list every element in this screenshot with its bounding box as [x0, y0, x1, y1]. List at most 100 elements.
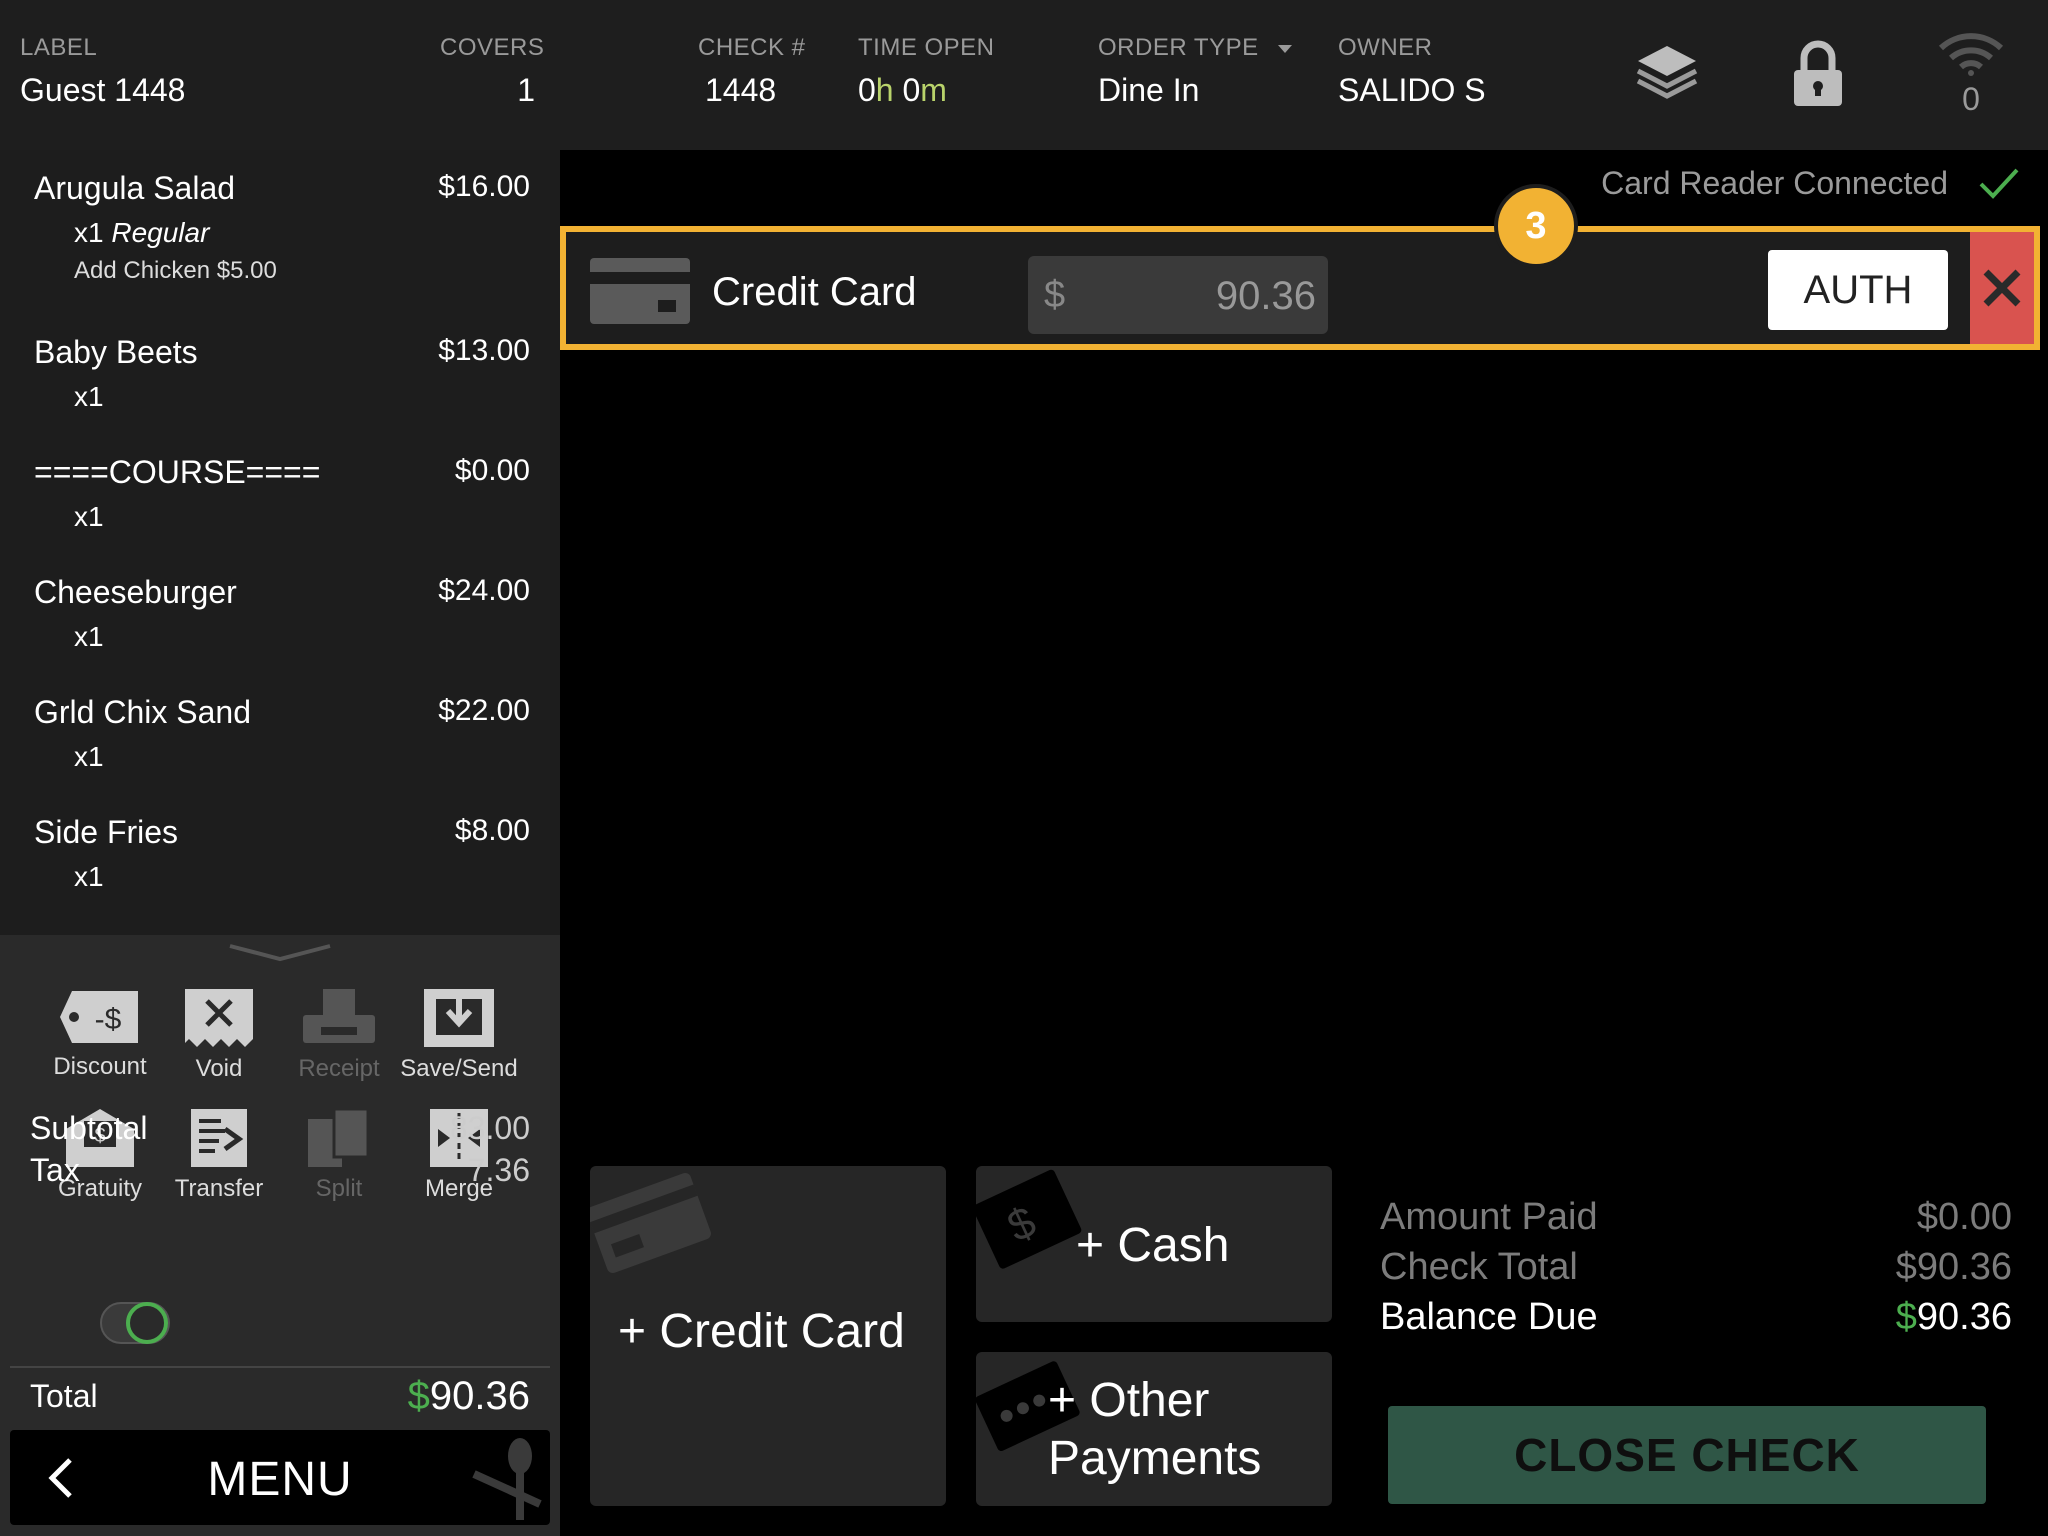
menu-label: MENU	[207, 1453, 353, 1506]
cash-icon: $	[976, 1169, 1082, 1269]
wifi-status[interactable]: 0	[1934, 30, 2008, 118]
order-item-price: $16.00	[438, 170, 530, 203]
balance-due-row: Balance Due $90.36	[1380, 1296, 2012, 1339]
total-row: Total $90.36	[30, 1374, 530, 1418]
save-send-label: Save/Send	[400, 1055, 518, 1082]
balance-due-value: $90.36	[1895, 1296, 2012, 1338]
order-item-price: $0.00	[454, 454, 530, 487]
order-item-price: $22.00	[438, 694, 530, 727]
tax-row: Tax 7.36	[30, 1152, 530, 1189]
receipt-button[interactable]: Receipt	[279, 987, 399, 1083]
total-label: Total	[30, 1378, 98, 1414]
time-hours-unit: h	[875, 72, 894, 108]
covers-title: COVERS	[440, 34, 545, 61]
void-receipt-icon	[185, 989, 253, 1047]
totals-divider	[10, 1366, 550, 1368]
check-header: LABEL Guest 1448 COVERS 1 CHECK # 1448 T…	[0, 0, 2048, 150]
tax-toggle[interactable]	[100, 1302, 170, 1344]
lock-icon[interactable]	[1788, 38, 1848, 115]
order-item[interactable]: Grld Chix Sand $22.00 x1	[34, 694, 530, 773]
check-total-label: Check Total	[1380, 1246, 1578, 1288]
label-field[interactable]: LABEL Guest 1448	[20, 34, 185, 109]
time-minutes-unit: m	[920, 72, 947, 108]
owner-value: SALIDO S	[1338, 72, 1486, 108]
add-credit-card-button[interactable]: + Credit Card	[590, 1166, 946, 1506]
void-button[interactable]: Void	[159, 987, 279, 1083]
check-icon	[1979, 168, 2019, 199]
add-cash-label: + Cash	[1076, 1219, 1230, 1272]
add-credit-card-label: + Credit Card	[618, 1305, 905, 1358]
caret-down-icon	[1277, 44, 1292, 53]
order-item-price: $8.00	[454, 814, 530, 847]
order-item-qty: x1	[74, 381, 104, 412]
order-item-variant: Regular	[111, 217, 210, 248]
discount-label: Discount	[53, 1053, 147, 1080]
wifi-icon	[1938, 33, 2004, 76]
credit-card-watermark-icon	[590, 1172, 711, 1274]
add-other-payments-button[interactable]: + Other Payments	[976, 1352, 1332, 1506]
order-item[interactable]: Arugula Salad $16.00 x1 Regular Add Chic…	[34, 170, 530, 285]
order-items-list[interactable]: Arugula Salad $16.00 x1 Regular Add Chic…	[0, 150, 560, 935]
add-cash-button[interactable]: $ + Cash	[976, 1166, 1332, 1322]
check-number-field: CHECK # 1448	[698, 34, 806, 109]
discount-button[interactable]: -$ Discount	[40, 987, 160, 1081]
label-value: Guest 1448	[20, 72, 186, 108]
amount-paid-label: Amount Paid	[1380, 1196, 1598, 1238]
check-number-value: 1448	[705, 72, 777, 108]
order-item-qty: x1	[74, 861, 104, 892]
order-item[interactable]: Side Fries $8.00 x1	[34, 814, 530, 893]
void-label: Void	[195, 1055, 243, 1082]
layers-icon[interactable]	[1632, 40, 1702, 113]
order-item-qty: x1	[74, 621, 104, 652]
credit-card-icon	[590, 258, 690, 324]
close-icon	[1983, 269, 2021, 307]
card-reader-status: Card Reader Connected	[1601, 165, 1948, 201]
order-item[interactable]: Cheeseburger $24.00 x1	[34, 574, 530, 653]
save-send-button[interactable]: Save/Send	[399, 987, 519, 1083]
price-tag-icon: -$	[60, 991, 138, 1043]
order-panel: Arugula Salad $16.00 x1 Regular Add Chic…	[0, 150, 560, 1536]
remove-payment-button[interactable]	[1970, 232, 2034, 344]
check-total-row: Check Total $90.36	[1380, 1246, 2012, 1289]
utensils-icon	[472, 1438, 542, 1520]
order-item-modifier: Add Chicken $5.00	[74, 257, 277, 284]
subtotal-value: 83.00	[449, 1110, 530, 1146]
tax-toggle-knob	[126, 1302, 168, 1344]
time-minutes: 0	[902, 72, 921, 108]
balance-due-label: Balance Due	[1380, 1296, 1598, 1338]
chevron-down-icon[interactable]	[228, 943, 332, 968]
check-total-value: $90.36	[1895, 1246, 2012, 1288]
payment-currency: $	[1044, 274, 1066, 316]
svg-text:-$: -$	[95, 1003, 122, 1036]
time-open-value: 0h 0m	[858, 72, 995, 109]
auth-button[interactable]: AUTH	[1768, 250, 1948, 330]
tax-label: Tax	[30, 1152, 80, 1188]
order-type-value: Dine In	[1098, 72, 1200, 108]
check-number-title: CHECK #	[698, 34, 806, 61]
order-item-qty: x1	[74, 741, 104, 772]
order-item-qty: x1 Regular	[74, 217, 210, 248]
payment-amount-input[interactable]: $ 90.36	[1028, 256, 1328, 334]
tax-value: 7.36	[467, 1152, 530, 1188]
order-item-price: $24.00	[438, 574, 530, 607]
time-open-field: TIME OPEN 0h 0m	[858, 34, 995, 109]
printer-icon	[303, 989, 375, 1043]
time-open-title: TIME OPEN	[858, 34, 995, 61]
order-item[interactable]: ====COURSE==== $0.00 x1	[34, 454, 530, 533]
subtotal-label: Subtotal	[30, 1110, 148, 1146]
payment-line[interactable]: Credit Card $ 90.36 AUTH	[560, 226, 2040, 350]
payment-amount-value: 90.36	[1215, 274, 1316, 318]
covers-field[interactable]: COVERS 1	[440, 34, 545, 109]
menu-button[interactable]: MENU	[10, 1430, 550, 1525]
order-type-dropdown[interactable]: ORDER TYPE Dine In	[1098, 34, 1294, 109]
order-item-qty: x1	[74, 501, 104, 532]
owner-title: OWNER	[1338, 34, 1433, 61]
close-check-button[interactable]: CLOSE CHECK	[1388, 1406, 1986, 1504]
step-badge: 3	[1494, 184, 1578, 268]
owner-field[interactable]: OWNER SALIDO S	[1338, 34, 1486, 109]
order-item-price: $13.00	[438, 334, 530, 367]
order-item[interactable]: Baby Beets $13.00 x1	[34, 334, 530, 413]
save-send-icon	[424, 989, 494, 1047]
wifi-count: 0	[1962, 81, 1980, 117]
total-value: $90.36	[407, 1374, 530, 1418]
